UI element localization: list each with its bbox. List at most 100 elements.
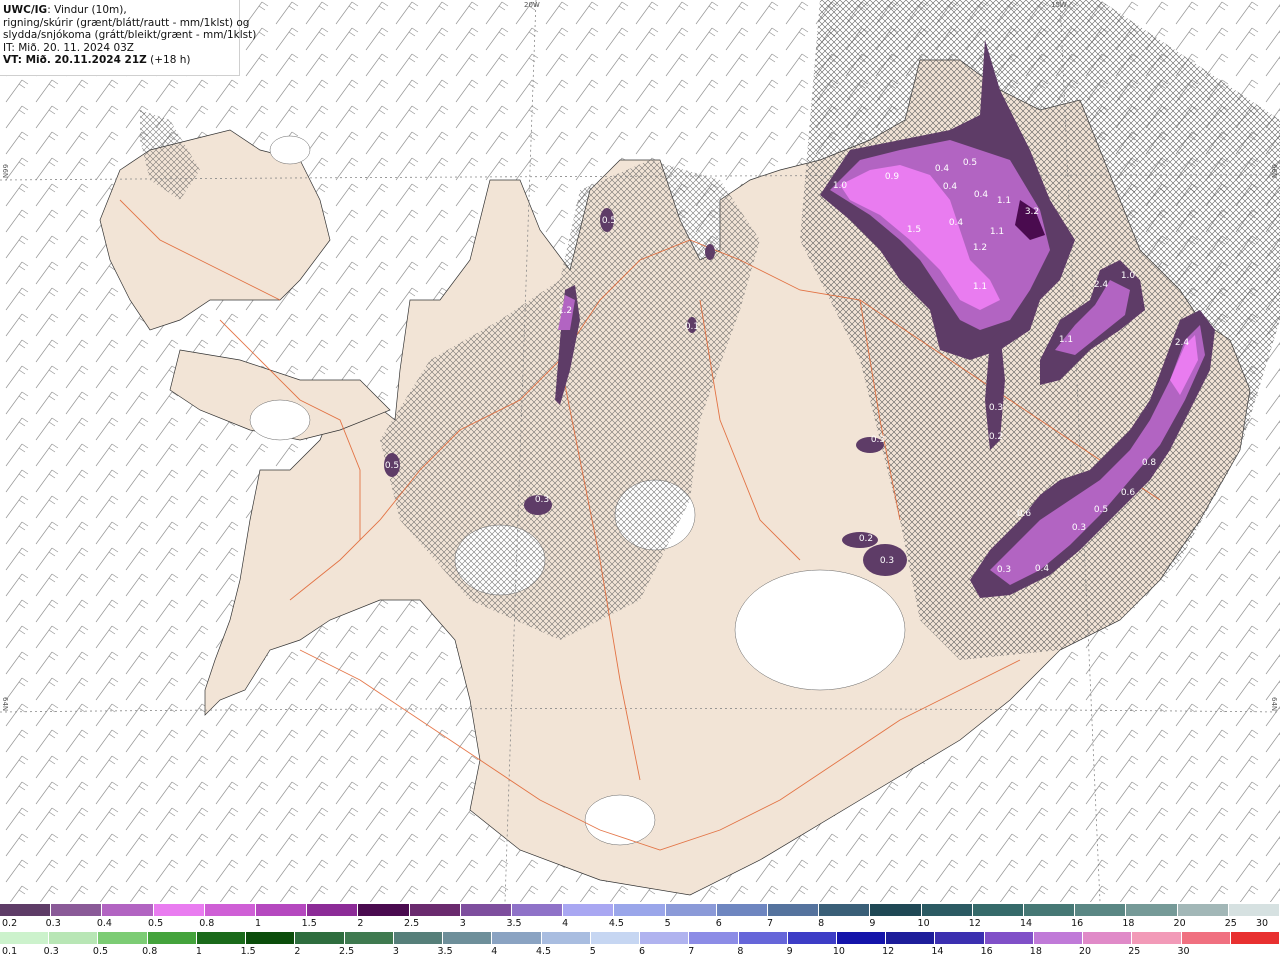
colorbar-rain <box>0 932 1280 944</box>
colorbar-snow-tick-label: 0.2 <box>2 918 18 929</box>
colorbar-rain-cell <box>1033 932 1084 944</box>
gridlabel-64n-right: 64N <box>1270 697 1278 712</box>
precip-value-label: 1.5 <box>907 225 921 235</box>
colorbar-rain-tick-label: 0.3 <box>43 946 59 957</box>
header-line1: : Vindur (10m), <box>47 4 127 16</box>
precip-value-label: 0.4 <box>974 190 989 200</box>
gridlabel-66n-left: 66N <box>1 164 9 179</box>
colorbar-snow-cell <box>256 904 308 916</box>
colorbar-snow-tick-label: 2 <box>357 918 364 929</box>
colorbar-snow-cell <box>716 904 769 916</box>
precip-value-label: 0.3 <box>1072 523 1086 533</box>
colorbar-snow-tick-label: 3 <box>459 918 466 929</box>
precip-value-label: 0.2 <box>989 432 1003 442</box>
colorbar-rain-tick-label: 5 <box>589 946 596 957</box>
precip-value-label: 1.0 <box>1121 271 1136 281</box>
colorbar-rain-tick-label: 30 <box>1177 946 1190 957</box>
colorbar-rain-tick-label: 25 <box>1128 946 1141 957</box>
colorbar-snow-tick-label: 9 <box>869 918 876 929</box>
colorbar-snow-cell <box>204 904 257 916</box>
colorbar-snow-tick-label: 30 <box>1255 918 1269 929</box>
colorbar-snow <box>0 904 1280 916</box>
header-init-time: IT: Mið. 20. 11. 2024 03Z <box>3 41 134 54</box>
colorbar-snow-tick-label: 4.5 <box>608 918 624 929</box>
precip-value-label: 0.5 <box>963 158 977 168</box>
colorbar-snow-cell <box>307 904 359 916</box>
colorbar-rain-cell <box>1083 932 1133 944</box>
precip-value-label: 2.4 <box>1175 338 1190 348</box>
colorbar-rain-cell <box>246 932 296 944</box>
colorbar-snow-cell <box>921 904 973 916</box>
precip-value-label: 0.6 <box>1121 488 1136 498</box>
colorbar-rain-cell <box>492 932 542 944</box>
colorbar-rain-tick-label: 12 <box>882 946 895 957</box>
colorbar-rain-cell <box>640 932 690 944</box>
colorbar-snow-cell <box>153 904 205 916</box>
colorbar-snow-cell <box>972 904 1025 916</box>
colorbar-snow-tick-label: 0.5 <box>148 918 164 929</box>
precip-value-label: 1.1 <box>973 282 987 292</box>
colorbar-rain-cell <box>689 932 739 944</box>
colorbar-snow-tick-label: 3.5 <box>506 918 522 929</box>
colorbar-rain-cell <box>49 932 99 944</box>
colorbar-rain-tick-label: 7 <box>688 946 695 957</box>
precip-value-label: 0.4 <box>1035 564 1050 574</box>
colorbar-snow-tick-label: 18 <box>1122 918 1135 929</box>
map-header: UWC/IG: Vindur (10m), rigning/skúrir (gr… <box>0 0 256 76</box>
colorbar-snow-tick-label: 1 <box>254 918 262 929</box>
glacier-vatnajokull <box>734 569 906 691</box>
colorbar-snow-tick-label: 20 <box>1173 918 1186 929</box>
colorbar-rain-ticks: 0.1 0.3 0.5 0.8 1 1.5 2 2.5 3 3.5 4 4.5 5 6 7 8 9 10 12 14 1… <box>0 946 1280 957</box>
colorbar-rain-tick-label: 0.8 <box>142 946 158 957</box>
colorbar-rain-tick-label: 3.5 <box>437 946 453 957</box>
glacier-drangajokull <box>269 135 311 165</box>
colorbar-rain-tick-label: 4 <box>491 946 498 957</box>
colorbar-snow-cell <box>1228 904 1280 916</box>
colorbar-snow-tick-label: 0.3 <box>45 918 61 929</box>
precip-value-label: 0.5 <box>1094 505 1108 515</box>
colorbar-rain-cell <box>590 932 641 944</box>
precip-value-label: 1.1 <box>997 196 1011 206</box>
precip-value-label: 0.8 <box>1142 458 1157 468</box>
colorbar-rain-tick-label: 3 <box>392 946 399 957</box>
precip-value-label: 1.1 <box>1059 335 1073 345</box>
colorbar-snow-cell <box>768 904 820 916</box>
colorbar-snow-cell <box>1126 904 1178 916</box>
colorbar-snow-tick-label: 4 <box>562 918 569 929</box>
colorbar-rain-cell <box>98 932 148 944</box>
precip-value-label: 3.2 <box>1025 207 1039 217</box>
precip-value-label: 1.2 <box>973 243 987 253</box>
gridlabel-20w: 20W <box>524 1 540 9</box>
colorbar-snow-cell <box>870 904 922 916</box>
colorbar-snow-cell <box>0 904 52 916</box>
colorbar-rain-tick-label: 9 <box>786 946 793 957</box>
colorbar-rain-cell <box>541 932 591 944</box>
precip-value-label: 0.5 <box>602 216 616 226</box>
precip-value-label: 2.4 <box>1094 280 1109 290</box>
colorbar-rain-tick-label: 18 <box>1029 946 1042 957</box>
colorbar-rain-tick-label: 1 <box>195 946 202 957</box>
colorbar-snow-cell <box>460 904 513 916</box>
colorbar-snow-cell <box>1024 904 1076 916</box>
colorbar-snow-cell <box>51 904 103 916</box>
colorbar-rain-cell <box>344 932 394 944</box>
colorbar-snow-cell <box>409 904 461 916</box>
colorbar-snow-cell <box>102 904 154 916</box>
colorbar-snow-cell <box>665 904 717 916</box>
colorbar-snow-tick-label: 7 <box>766 918 774 929</box>
colorbar-snow-tick-label: 16 <box>1071 918 1084 929</box>
colorbar-snow-tick-label: 8 <box>818 918 825 929</box>
gridlabel-66n-right: 66N <box>1270 164 1278 179</box>
colorbar-snow-tick-label: 2.5 <box>404 918 420 929</box>
precip-value-label: 0.3 <box>871 435 885 445</box>
precip-value-label: 0.4 <box>949 218 964 228</box>
precip-value-label: 1.0 <box>833 181 848 191</box>
colorbar-rain-cell <box>886 932 936 944</box>
precip-value-label: 0.4 <box>935 164 950 174</box>
colorbar-rain-cell <box>443 932 493 944</box>
colorbar-snow-ticks: 0.2 0.3 0.4 0.5 0.8 1 1.5 2 2.5 3 3.5 4 4.5 5 6 7 8 9 10 12… <box>0 918 1280 929</box>
colorbar-rain-tick-label: 10 <box>832 946 845 957</box>
colorbar-snow-tick-label: 5 <box>664 918 671 929</box>
precip-value-label: 1.2 <box>558 306 572 316</box>
colorbar-snow-cell <box>819 904 871 916</box>
